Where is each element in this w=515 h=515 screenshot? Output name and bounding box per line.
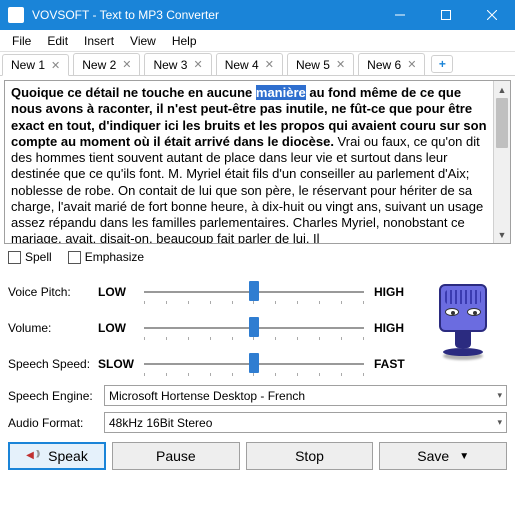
format-select[interactable]: 48kHz 16Bit Stereo ▾ — [104, 412, 507, 433]
speed-label: Speech Speed: — [8, 357, 92, 371]
text-highlight: manière — [256, 85, 306, 100]
tab-label: New 2 — [82, 58, 116, 72]
volume-label: Volume: — [8, 321, 92, 335]
new-tab-button[interactable]: + — [431, 55, 453, 73]
menu-file[interactable]: File — [4, 32, 39, 50]
pitch-high: HIGH — [374, 285, 414, 299]
menu-view[interactable]: View — [122, 32, 164, 50]
menubar: File Edit Insert View Help — [0, 30, 515, 52]
close-icon[interactable]: ✕ — [51, 59, 60, 72]
minimize-button[interactable] — [377, 0, 423, 30]
speed-slider[interactable] — [144, 352, 364, 376]
tab-3[interactable]: New 3 ✕ — [144, 53, 211, 75]
tab-2[interactable]: New 2 ✕ — [73, 53, 140, 75]
stop-button[interactable]: Stop — [246, 442, 374, 470]
titlebar: VOVSOFT - Text to MP3 Converter — [0, 0, 515, 30]
text-input[interactable]: Quoique ce détail ne touche en aucune ma… — [5, 81, 493, 243]
pitch-low: LOW — [98, 285, 138, 299]
spell-checkbox[interactable]: Spell — [8, 250, 52, 264]
microphone-icon — [423, 270, 503, 370]
volume-high: HIGH — [374, 321, 414, 335]
close-icon[interactable]: ✕ — [336, 58, 345, 71]
close-icon[interactable]: ✕ — [122, 58, 131, 71]
app-icon — [8, 7, 24, 23]
spell-label: Spell — [25, 250, 52, 264]
maximize-button[interactable] — [423, 0, 469, 30]
speed-thumb[interactable] — [249, 353, 259, 373]
pitch-slider[interactable] — [144, 280, 364, 304]
close-icon[interactable]: ✕ — [265, 58, 274, 71]
menu-help[interactable]: Help — [164, 32, 205, 50]
tab-1[interactable]: New 1 ✕ — [2, 54, 69, 76]
engine-label: Speech Engine: — [8, 389, 100, 403]
scroll-thumb[interactable] — [496, 98, 508, 148]
emphasize-checkbox[interactable]: Emphasize — [68, 250, 144, 264]
scroll-down-icon[interactable]: ▼ — [494, 226, 510, 243]
tab-4[interactable]: New 4 ✕ — [216, 53, 283, 75]
menu-edit[interactable]: Edit — [39, 32, 76, 50]
format-label: Audio Format: — [8, 416, 100, 430]
format-value: 48kHz 16Bit Stereo — [109, 416, 212, 430]
volume-slider[interactable] — [144, 316, 364, 340]
speak-button[interactable]: Speak — [8, 442, 106, 470]
scroll-up-icon[interactable]: ▲ — [494, 81, 510, 98]
scrollbar[interactable]: ▲ ▼ — [493, 81, 510, 243]
chevron-down-icon: ▾ — [497, 390, 502, 401]
pause-button[interactable]: Pause — [112, 442, 240, 470]
save-button[interactable]: Save▼ — [379, 442, 507, 470]
volume-low: LOW — [98, 321, 138, 335]
tabbar: New 1 ✕ New 2 ✕ New 3 ✕ New 4 ✕ New 5 ✕ New 6… — [0, 52, 515, 76]
chevron-down-icon: ▼ — [459, 451, 469, 462]
speed-low: SLOW — [98, 357, 138, 371]
tab-label: New 4 — [225, 58, 259, 72]
emphasize-label: Emphasize — [85, 250, 144, 264]
pitch-thumb[interactable] — [249, 281, 259, 301]
window-title: VOVSOFT - Text to MP3 Converter — [32, 8, 377, 22]
tab-5[interactable]: New 5 ✕ — [287, 53, 354, 75]
engine-select[interactable]: Microsoft Hortense Desktop - French ▾ — [104, 385, 507, 406]
close-button[interactable] — [469, 0, 515, 30]
chevron-down-icon: ▾ — [497, 417, 502, 428]
volume-thumb[interactable] — [249, 317, 259, 337]
close-icon[interactable]: ✕ — [407, 58, 416, 71]
tab-label: New 5 — [296, 58, 330, 72]
tab-label: New 3 — [153, 58, 187, 72]
speaker-icon — [26, 450, 42, 462]
text-rest: Vrai ou faux, ce qu'on dit des hommes ti… — [11, 134, 483, 243]
menu-insert[interactable]: Insert — [76, 32, 122, 50]
close-icon[interactable]: ✕ — [193, 58, 202, 71]
tab-label: New 6 — [367, 58, 401, 72]
speed-high: FAST — [374, 357, 414, 371]
speak-label: Speak — [48, 448, 88, 464]
tab-6[interactable]: New 6 ✕ — [358, 53, 425, 75]
scroll-track[interactable] — [494, 148, 510, 226]
tab-label: New 1 — [11, 58, 45, 72]
pitch-label: Voice Pitch: — [8, 285, 92, 299]
engine-value: Microsoft Hortense Desktop - French — [109, 389, 305, 403]
text-bold-pre: Quoique ce détail ne touche en aucune — [11, 85, 256, 100]
